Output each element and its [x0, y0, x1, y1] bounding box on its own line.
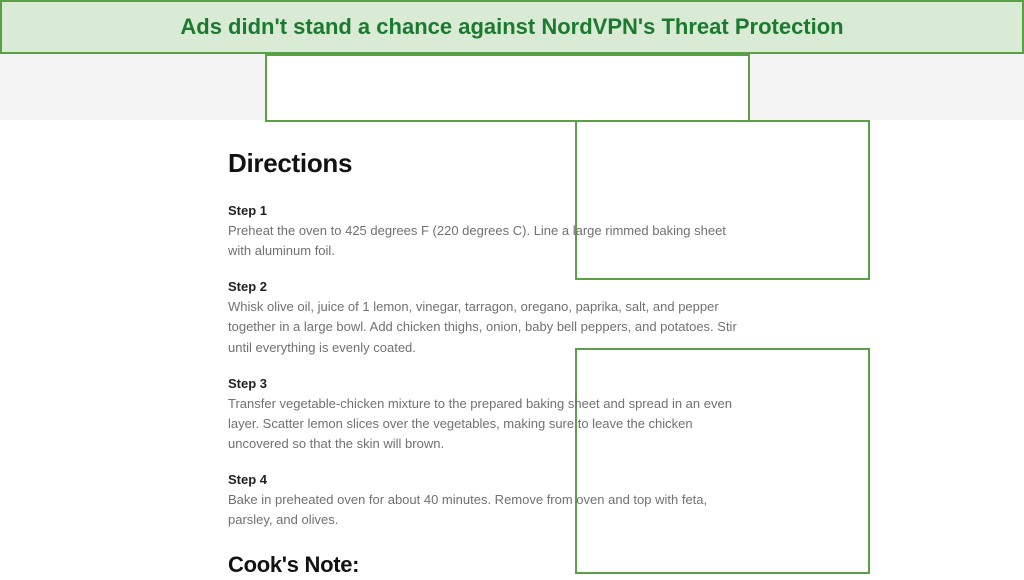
- annotation-headline: Ads didn't stand a chance against NordVP…: [180, 14, 843, 39]
- direction-step: Step 1 Preheat the oven to 425 degrees F…: [228, 203, 756, 261]
- content-area: Directions Step 1 Preheat the oven to 42…: [0, 120, 1024, 580]
- direction-step: Step 4 Bake in preheated oven for about …: [228, 472, 756, 530]
- step-text: Preheat the oven to 425 degrees F (220 d…: [228, 221, 748, 261]
- step-text: Whisk olive oil, juice of 1 lemon, vineg…: [228, 297, 748, 357]
- step-label: Step 2: [228, 279, 756, 294]
- page-toolbar: [0, 54, 1024, 120]
- cooks-note-heading: Cook's Note:: [228, 552, 756, 578]
- article-main: Directions Step 1 Preheat the oven to 42…: [228, 148, 756, 578]
- direction-step: Step 3 Transfer vegetable-chicken mixtur…: [228, 376, 756, 454]
- step-text: Transfer vegetable-chicken mixture to th…: [228, 394, 748, 454]
- directions-heading: Directions: [228, 148, 756, 179]
- direction-step: Step 2 Whisk olive oil, juice of 1 lemon…: [228, 279, 756, 357]
- ad-placeholder-top: [265, 54, 750, 122]
- step-text: Bake in preheated oven for about 40 minu…: [228, 490, 748, 530]
- step-label: Step 3: [228, 376, 756, 391]
- step-label: Step 4: [228, 472, 756, 487]
- annotation-banner: Ads didn't stand a chance against NordVP…: [0, 0, 1024, 54]
- step-label: Step 1: [228, 203, 756, 218]
